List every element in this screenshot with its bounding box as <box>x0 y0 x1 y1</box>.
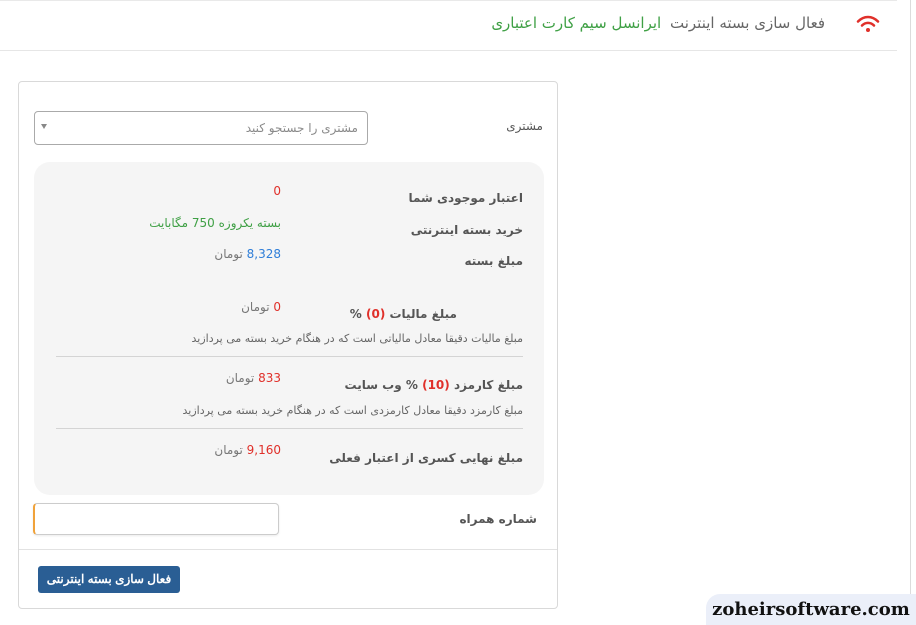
tax-note: مبلغ مالیات دقیقا معادل مالیاتی است که د… <box>191 332 523 345</box>
total-label: مبلغ نهایی کسری از اعتبار فعلی <box>329 451 523 465</box>
wifi-icon <box>856 15 880 32</box>
total-amount: 9,160 تومان <box>214 443 281 457</box>
divider <box>56 356 523 357</box>
phone-input[interactable] <box>33 503 279 535</box>
tax-label-text: مبلغ مالیات <box>389 307 457 321</box>
package-label: خرید بسته اینترنتی <box>410 223 523 237</box>
fee-label-text: مبلغ کارمزد <box>453 378 523 392</box>
fee-note: مبلغ کارمزد دقیقا معادل کارمزدی است که د… <box>182 404 524 417</box>
page-header: فعال سازی بسته اینترنت ایرانسل سیم کارت … <box>0 0 897 51</box>
balance-label: اعتبار موجودی شما <box>408 191 523 205</box>
watermark-logo: zoheirsoftware.com <box>706 594 916 625</box>
fee-label-suffix: % وب سایت <box>344 378 418 392</box>
tax-value: 0 <box>273 300 281 314</box>
price-amount: 8,328 تومان <box>214 247 281 261</box>
total-value: 9,160 <box>246 443 281 457</box>
customer-select[interactable]: مشتری را جستجو کنید <box>34 111 368 145</box>
scrollbar-track[interactable] <box>910 0 911 625</box>
tax-amount: 0 تومان <box>241 300 281 314</box>
fee-amount: 833 تومان <box>226 371 281 385</box>
divider <box>19 549 557 550</box>
customer-label: مشتری <box>506 119 543 133</box>
page-title-operator: ایرانسل سیم کارت اعتباری <box>491 14 662 32</box>
page-title: فعال سازی بسته اینترنت ایرانسل سیم کارت … <box>491 14 825 32</box>
phone-label: شماره همراه <box>459 512 537 526</box>
activate-package-button[interactable]: فعال سازی بسته اینترنتی <box>38 566 180 593</box>
price-label: مبلغ بسته <box>464 254 524 268</box>
fee-percent: (10) <box>422 378 450 392</box>
total-unit: تومان <box>214 443 243 457</box>
balance-value: 0 <box>273 184 281 198</box>
activation-form-card: مشتری مشتری را جستجو کنید اعتبار موجودی … <box>18 81 558 609</box>
tax-label: مبلغ مالیات (0) % <box>350 307 457 321</box>
divider <box>56 428 523 429</box>
tax-percent: (0) <box>365 307 386 321</box>
chevron-down-icon <box>41 124 47 129</box>
price-unit: تومان <box>214 247 243 261</box>
tax-unit: تومان <box>241 300 270 314</box>
customer-select-placeholder: مشتری را جستجو کنید <box>245 121 358 135</box>
fee-label: مبلغ کارمزد (10) % وب سایت <box>344 378 523 392</box>
package-value: بسته یکروزه 750 مگابایت <box>149 216 281 230</box>
fee-value: 833 <box>258 371 281 385</box>
fee-unit: تومان <box>225 371 255 385</box>
price-value: 8,328 <box>246 247 281 261</box>
page-title-main: فعال سازی بسته اینترنت <box>669 14 825 32</box>
tax-label-suffix: % <box>349 307 362 321</box>
summary-panel: اعتبار موجودی شما 0 خرید بسته اینترنتی ب… <box>34 162 544 495</box>
